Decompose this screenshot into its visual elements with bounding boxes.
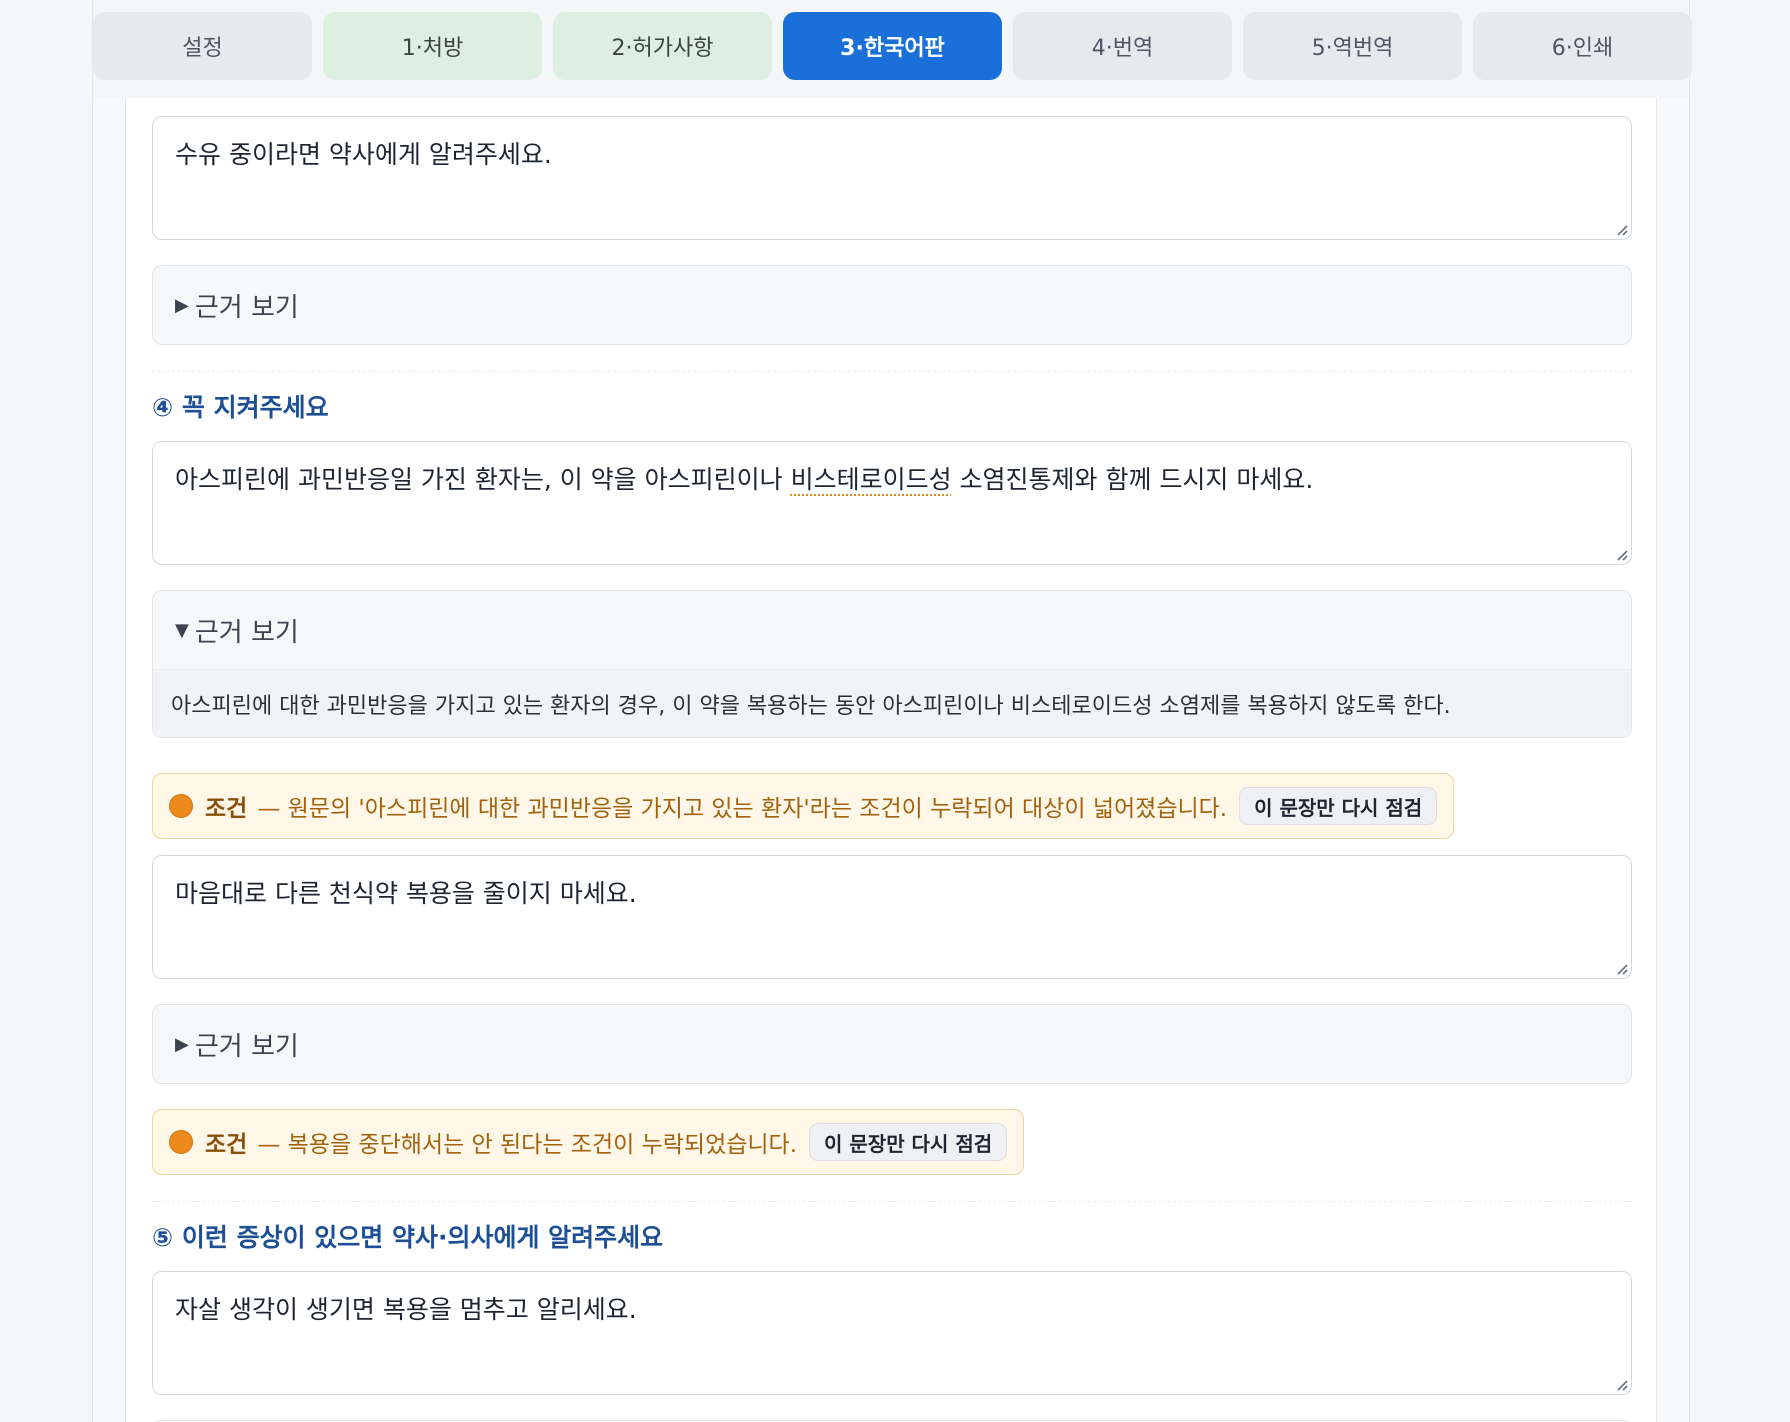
tab-prescription[interactable]: 1·처방 (323, 12, 542, 80)
sentence-text: 자살 생각이 생기면 복용을 멈추고 알리세요. (175, 1295, 637, 1324)
sentence-editor[interactable]: 자살 생각이 생기면 복용을 멈추고 알리세요. (152, 1271, 1632, 1395)
triangle-down-icon: ▼ (175, 619, 189, 641)
resize-handle-icon[interactable] (1614, 1377, 1628, 1391)
warning-label: 조건 (205, 1132, 248, 1158)
evidence-text: 아스피린에 대한 과민반응을 가지고 있는 환자의 경우, 이 약을 복용하는 … (153, 669, 1631, 737)
condition-warning: 조건 — 복용을 중단해서는 안 된다는 조건이 누락되었습니다. 이 문장만 … (152, 1109, 1025, 1175)
warning-dot-icon (169, 794, 193, 818)
sentence-text-before: 아스피린에 과민반응일 가진 환자는, 이 약을 아스피린이나 (175, 465, 791, 494)
resize-handle-icon[interactable] (1614, 547, 1628, 561)
tab-translation[interactable]: 4·번역 (1013, 12, 1232, 80)
evidence-toggle-label: 근거 보기 (194, 292, 299, 323)
sentence-text: 마음대로 다른 천식약 복용을 줄이지 마세요. (175, 879, 637, 908)
sentence-editor[interactable]: 아스피린에 과민반응일 가진 환자는, 이 약을 아스피린이나 비스테로이드성 … (152, 441, 1632, 565)
tab-print[interactable]: 6·인쇄 (1473, 12, 1692, 80)
condition-warning: 조건 — 원문의 '아스피린에 대한 과민반응을 가지고 있는 환자'라는 조건… (152, 773, 1455, 839)
section-divider (152, 1201, 1632, 1202)
evidence-toggle[interactable]: ▶ 근거 보기 (153, 266, 1631, 344)
recheck-sentence-button[interactable]: 이 문장만 다시 점검 (809, 1123, 1008, 1161)
sentence-text: 수유 중이라면 약사에게 알려주세요. (175, 140, 552, 169)
warning-message: — 복용을 중단해서는 안 된다는 조건이 누락되었습니다. (257, 1132, 798, 1158)
evidence-details: ▶ 근거 보기 (152, 1004, 1632, 1084)
tab-settings[interactable]: 설정 (93, 12, 312, 80)
triangle-right-icon: ▶ (175, 294, 189, 316)
flagged-term: 비스테로이드성 (790, 465, 952, 494)
evidence-toggle-label: 근거 보기 (194, 617, 299, 648)
evidence-toggle-label: 근거 보기 (194, 1031, 299, 1062)
evidence-toggle[interactable]: ▼ 근거 보기 (153, 591, 1631, 669)
tab-korean-version[interactable]: 3·한국어판 (783, 12, 1002, 80)
recheck-sentence-button[interactable]: 이 문장만 다시 점검 (1239, 787, 1438, 825)
evidence-details: ▶ 근거 보기 (152, 265, 1632, 345)
warning-label: 조건 (205, 796, 248, 822)
triangle-right-icon: ▶ (175, 1033, 189, 1055)
section-title: ④ 꼭 지켜주세요 (152, 393, 329, 422)
content-panel: 수유 중이라면 약사에게 알려주세요. ▶ 근거 보기 ④ 꼭 지켜주세요 아스… (125, 98, 1657, 1422)
warning-message: — 원문의 '아스피린에 대한 과민반응을 가지고 있는 환자'라는 조건이 누… (257, 796, 1228, 822)
sentence-editor[interactable]: 마음대로 다른 천식약 복용을 줄이지 마세요. (152, 855, 1632, 979)
resize-handle-icon[interactable] (1614, 222, 1628, 236)
section-title: ⑤ 이런 증상이 있으면 약사·의사에게 알려주세요 (152, 1223, 664, 1252)
section-divider (152, 371, 1632, 372)
content-inner: 수유 중이라면 약사에게 알려주세요. ▶ 근거 보기 ④ 꼭 지켜주세요 아스… (152, 98, 1632, 1422)
sentence-editor[interactable]: 수유 중이라면 약사에게 알려주세요. (152, 116, 1632, 240)
app-window: 설정 1·처방 2·허가사항 3·한국어판 4·번역 5·역번역 6·인쇄 수유… (92, 0, 1692, 1422)
evidence-details: ▼ 근거 보기 아스피린에 대한 과민반응을 가지고 있는 환자의 경우, 이 … (152, 590, 1632, 738)
evidence-toggle[interactable]: ▶ 근거 보기 (153, 1005, 1631, 1083)
resize-handle-icon[interactable] (1614, 961, 1628, 975)
tab-approval[interactable]: 2·허가사항 (553, 12, 772, 80)
warning-dot-icon (169, 1130, 193, 1154)
tab-back-translation[interactable]: 5·역번역 (1243, 12, 1462, 80)
sentence-text-after: 소염진통제와 함께 드시지 마세요. (951, 465, 1314, 494)
step-tabs: 설정 1·처방 2·허가사항 3·한국어판 4·번역 5·역번역 6·인쇄 (93, 0, 1692, 98)
